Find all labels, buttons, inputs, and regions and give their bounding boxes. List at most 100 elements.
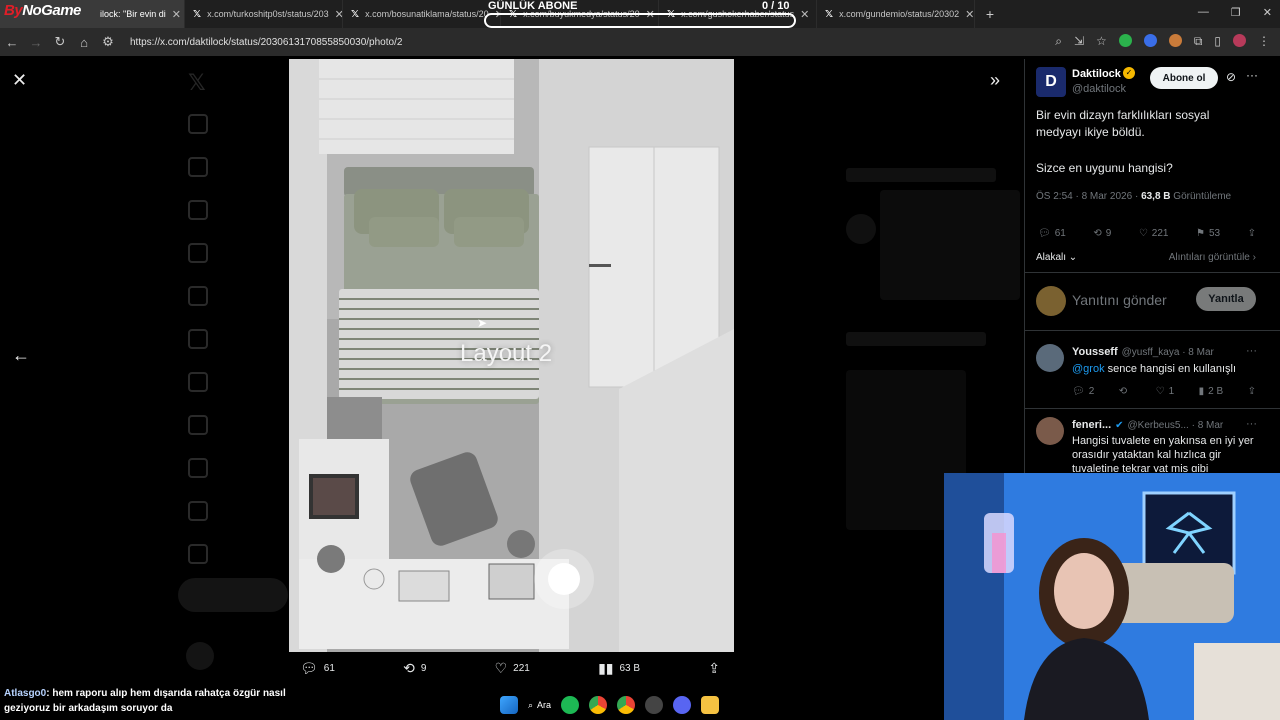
site-info-icon[interactable]: ⚙ [96,34,120,50]
x-logo-icon: 𝕏 [351,8,360,20]
media-like-button[interactable]: ♡ 221 [495,660,530,677]
media-repost-button[interactable]: ⟲ 9 [403,660,426,677]
collapse-panel-icon[interactable]: » [990,70,1000,91]
reply-mention-link[interactable]: @grok [1072,363,1105,375]
chrome-icon[interactable] [589,696,608,714]
sidebar-icon[interactable]: ▯ [1214,34,1221,49]
restore-icon[interactable]: ❐ [1231,6,1241,19]
install-app-icon[interactable]: ⇲ [1074,34,1084,49]
close-tab-icon[interactable]: ✕ [335,8,342,21]
previous-photo-icon[interactable]: ← [12,345,30,366]
divider [1024,272,1280,273]
reply-submit-button[interactable]: Yanıtla [1196,287,1256,311]
reply-stats-row: 💬︎ 2 ⟲ ♡ 1 ▮ 2 B ⇪ [1072,386,1256,397]
chrome-profile-icon[interactable] [617,696,636,714]
author-avatar[interactable]: D [1036,67,1066,97]
extension-icon[interactable] [1168,34,1182,47]
author-name[interactable]: Daktilock [1072,68,1121,80]
close-tab-icon[interactable]: ✕ [965,8,974,21]
spotify-icon[interactable] [561,696,580,714]
bg-suggestion-card [880,190,1020,300]
media-reply-button[interactable]: 💬︎ 61 [300,660,335,677]
view-quotes-link[interactable]: Alıntıları görüntüle › [1169,252,1256,263]
reply-reply-button[interactable]: 💬︎ 2 [1072,386,1094,397]
tab-bosunatiklama[interactable]: 𝕏 x.com/bosunatiklama/status/20 ✕ [343,0,501,28]
url-field[interactable]: https://x.com/daktilock/status/203061317… [130,37,402,48]
media-share-button[interactable]: ⇪ [708,660,720,677]
reply-icon: 💬︎ [1072,386,1085,397]
reply-avatar[interactable] [1036,344,1064,372]
reply-header: Yousseff @yusff_kaya · 8 Mar [1072,346,1214,358]
repost-button[interactable]: ⟲ 9 [1093,228,1111,239]
close-tab-icon[interactable]: ✕ [172,8,181,21]
file-explorer-icon[interactable] [701,696,720,714]
reply-count: 61 [1054,228,1066,239]
bookmark-button[interactable]: ⚑ 53 [1196,228,1220,239]
bg-notifications-icon [188,200,208,220]
windows-start-icon[interactable] [500,696,518,714]
close-media-icon[interactable]: ✕ [12,70,27,91]
tab-turkoshitp0st[interactable]: 𝕏 x.com/turkoshitp0st/status/203 ✕ [185,0,343,28]
back-icon[interactable]: ← [0,35,24,50]
reload-icon[interactable]: ↻ [48,34,72,50]
bg-more-icon [188,544,208,564]
tweet-view-label: Görüntüleme [1170,191,1232,202]
tweet-time: ÖS 2:54 · 8 Mar 2026 · [1036,191,1142,202]
close-tab-icon[interactable]: ✕ [800,8,809,21]
reply-repost-button[interactable]: ⟲ [1119,386,1131,397]
reply-like-button[interactable]: ♡ 1 [1156,386,1175,397]
tab-gundemio[interactable]: 𝕏 x.com/gundemio/status/20302 ✕ [817,0,975,28]
chat-username: Atlasgo0 [4,688,47,699]
more-options-icon[interactable]: ··· [1246,68,1258,82]
extensions-area: ⌕ ⇲ ☆ ⧉ ▯ ⋮ [1055,34,1270,49]
sort-dropdown[interactable]: Alakalı ⌄ [1036,252,1077,263]
reply-input[interactable]: Yanıtını gönder [1072,292,1167,308]
bg-premium-icon [188,458,208,478]
like-button[interactable]: ♡ 221 [1139,228,1169,239]
app-icon[interactable] [645,696,664,714]
repost-icon: ⟲ [1118,386,1128,397]
views-chart-icon: ▮▮ [598,660,614,676]
home-icon[interactable]: ⌂ [72,35,96,50]
stream-chat-message: Atlasgo0: hem raporu alıp hem dışarıda r… [4,686,304,716]
minimize-icon[interactable]: — [1198,6,1209,19]
bookmark-star-icon[interactable]: ☆ [1096,34,1107,49]
like-count: 221 [1151,228,1169,239]
menu-icon[interactable]: ⋮ [1258,34,1270,49]
discord-icon[interactable] [673,696,692,714]
extension-icon[interactable] [1143,34,1157,47]
taskbar-search[interactable]: ⌕ Ara [528,700,551,711]
tab-label: ilock: "Bir evin di [100,9,166,19]
new-tab-button[interactable]: + [975,6,1005,22]
extensions-puzzle-icon[interactable]: ⧉ [1194,34,1203,49]
reply-avatar[interactable] [1036,417,1064,445]
bg-post-button [178,578,288,612]
profile-avatar[interactable] [1233,34,1246,47]
close-window-icon[interactable]: ✕ [1263,6,1272,19]
reply-button[interactable]: 💬︎ 61 [1038,228,1066,239]
repost-count: 9 [1105,228,1112,239]
tab-label: x.com/bosunatiklama/status/20 [365,9,489,19]
grok-icon[interactable]: ⊘ [1226,70,1236,84]
bookmark-count: 53 [1208,228,1221,239]
divider [1024,330,1280,331]
media-views-button[interactable]: ▮▮ 63 B [598,660,640,677]
adblock-extension-icon[interactable] [1118,34,1132,47]
forward-icon[interactable]: → [24,35,48,50]
subscriber-goal-bar [484,13,796,28]
reply-more-icon[interactable]: ··· [1246,345,1257,357]
sort-label: Alakalı [1036,252,1067,263]
brand-suffix: NoGame [22,2,81,19]
repost-icon: ⟲ [1093,228,1102,239]
reply-share-button[interactable]: ⇪ [1248,386,1256,397]
webcam-scene-illustration [944,473,1280,720]
share-button[interactable]: ⇪ [1248,228,1256,239]
zoom-icon[interactable]: ⌕ [1055,34,1062,49]
follow-button[interactable]: Abone ol [1150,67,1218,89]
author-handle[interactable]: @daktilock [1072,83,1126,95]
reply-views-button[interactable]: ▮ 2 B [1199,386,1224,397]
reply-author-name[interactable]: feneri... [1072,419,1111,431]
reply-icon: 💬︎ [1038,228,1051,239]
reply-author-name[interactable]: Yousseff [1072,346,1118,358]
reply-more-icon[interactable]: ··· [1246,418,1257,430]
